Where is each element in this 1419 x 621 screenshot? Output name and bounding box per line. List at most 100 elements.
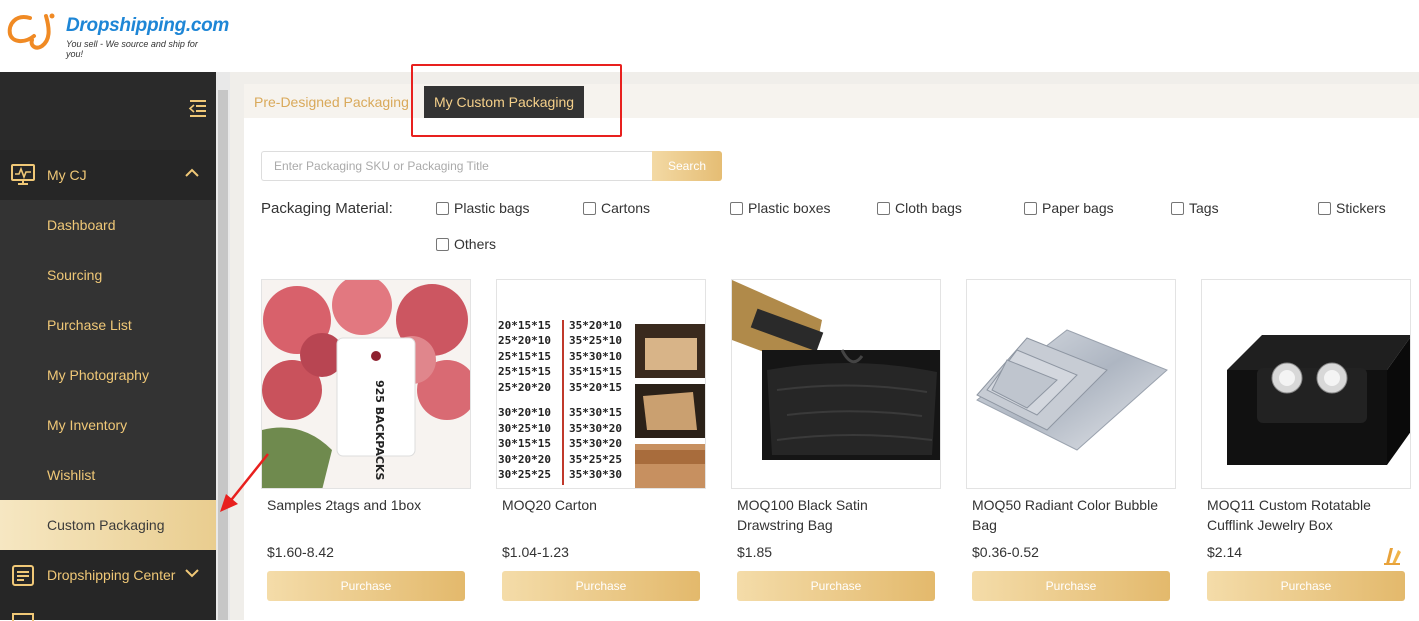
product-card: 20*15*15 25*20*10 25*15*15 25*15*15 25*20*20… — [496, 279, 706, 609]
carton-size-label: 35*15*15 — [569, 365, 622, 378]
filter-cloth-bags[interactable]: Cloth bags — [877, 200, 962, 216]
sidebar-item-label: Wishlist — [47, 467, 96, 483]
sidebar-item-purchase-list[interactable]: Purchase List — [0, 300, 216, 350]
carton-size-label: 20*15*15 — [498, 319, 551, 332]
product-title[interactable]: Samples 2tags and 1box — [267, 495, 467, 515]
search-button[interactable]: Search — [652, 151, 722, 181]
product-price: $1.60-8.42 — [267, 544, 334, 560]
product-image[interactable] — [1201, 279, 1411, 489]
packaging-material-label: Packaging Material: — [261, 200, 393, 217]
sidebar-item-dashboard[interactable]: Dashboard — [0, 200, 216, 250]
product-card: 925 BACKPACKS Samples 2tags and 1box $1.… — [261, 279, 471, 609]
product-title[interactable]: MOQ50 Radiant Color Bubble Bag — [972, 495, 1172, 535]
product-price: $1.04-1.23 — [502, 544, 569, 560]
sidebar-item-label: My Photography — [47, 367, 149, 383]
product-title[interactable]: MOQ100 Black Satin Drawstring Bag — [737, 495, 937, 535]
checkbox-icon[interactable] — [1318, 201, 1331, 215]
filter-others[interactable]: Others — [436, 236, 496, 252]
sidebar-item-my-photography[interactable]: My Photography — [0, 350, 216, 400]
purchase-button[interactable]: Purchase — [737, 571, 935, 601]
filter-label: Plastic bags — [454, 200, 530, 216]
checkbox-icon[interactable] — [436, 201, 449, 215]
clipboard-list-icon — [10, 563, 36, 587]
tab-pre-designed-packaging[interactable]: Pre-Designed Packaging — [254, 94, 409, 110]
carton-size-label: 30*20*10 — [498, 406, 551, 419]
checkbox-icon[interactable] — [1171, 201, 1184, 215]
sidebar-item-wishlist[interactable]: Wishlist — [0, 450, 216, 500]
checkbox-icon[interactable] — [436, 237, 449, 251]
carton-size-label: 25*15*15 — [498, 350, 551, 363]
sidebar-item-label: My Inventory — [47, 417, 128, 433]
carton-size-label: 35*25*25 — [569, 453, 622, 466]
top-bar: Dropshipping.com You sell - We source an… — [0, 0, 1419, 72]
filter-stickers[interactable]: Stickers — [1318, 200, 1386, 216]
product-price: $2.14 — [1207, 544, 1243, 560]
sidebar-item-custom-packaging[interactable]: Custom Packaging — [0, 500, 216, 550]
carton-size-label: 25*15*15 — [498, 365, 551, 378]
chevron-down-icon — [185, 569, 199, 578]
edit-pencil-icon[interactable] — [1380, 544, 1404, 566]
filter-cartons[interactable]: Cartons — [583, 200, 650, 216]
filter-paper-bags[interactable]: Paper bags — [1024, 200, 1114, 216]
filter-label: Cartons — [601, 200, 651, 216]
menu-collapse-icon[interactable] — [186, 96, 210, 120]
checkbox-icon[interactable] — [730, 201, 743, 215]
carton-size-label: 35*30*20 — [569, 437, 622, 450]
carton-size-label: 25*20*20 — [498, 381, 551, 394]
purchase-button[interactable]: Purchase — [502, 571, 700, 601]
product-image[interactable]: 20*15*15 25*20*10 25*15*15 25*15*15 25*20*20… — [496, 279, 706, 489]
sidebar-item-label: Sourcing — [47, 267, 103, 283]
product-price: $0.36-0.52 — [972, 544, 1039, 560]
carton-size-label: 35*25*10 — [569, 334, 622, 347]
brand-tagline: You sell - We source and ship for you! — [66, 39, 198, 59]
product-card: MOQ100 Black Satin Drawstring Bag $1.85 … — [731, 279, 941, 609]
filter-tags[interactable]: Tags — [1171, 200, 1219, 216]
sidebar-item-label: Dropshipping Center — [47, 567, 176, 583]
product-image[interactable] — [731, 279, 941, 489]
product-title[interactable]: MOQ11 Custom Rotatable Cufflink Jewelry … — [1207, 495, 1407, 535]
search-input[interactable] — [261, 151, 653, 181]
filter-label: Tags — [1189, 200, 1219, 216]
product-card: MOQ50 Radiant Color Bubble Bag $0.36-0.5… — [966, 279, 1176, 609]
cj-logo-mark — [7, 13, 55, 50]
chevron-up-icon — [185, 168, 199, 177]
sidebar-item-label: Custom Packaging — [47, 517, 165, 533]
carton-size-label: 35*20*10 — [569, 319, 622, 332]
filter-label: Plastic boxes — [748, 200, 831, 216]
checkbox-icon[interactable] — [1024, 201, 1037, 215]
purchase-button[interactable]: Purchase — [267, 571, 465, 601]
filter-label: Others — [454, 236, 497, 252]
sidebar-item-my-inventory[interactable]: My Inventory — [0, 400, 216, 450]
carton-size-label: 30*15*15 — [498, 437, 551, 450]
logo[interactable]: Dropshipping.com You sell - We source an… — [6, 10, 229, 59]
carton-size-label: 35*30*30 — [569, 468, 622, 481]
purchase-button[interactable]: Purchase — [972, 571, 1170, 601]
carton-size-label: 35*30*20 — [569, 422, 622, 435]
product-image[interactable]: 925 BACKPACKS — [261, 279, 471, 489]
sidebar-item-label: Dashboard — [47, 217, 116, 233]
carton-size-label: 35*30*10 — [569, 350, 622, 363]
monitor-chart-icon — [10, 163, 36, 187]
product-image[interactable] — [966, 279, 1176, 489]
product-title[interactable]: MOQ20 Carton — [502, 495, 702, 515]
filter-label: Stickers — [1336, 200, 1386, 216]
brand-name: Dropshipping.com — [66, 15, 230, 36]
sidebar-item-my-cj[interactable]: My CJ — [0, 150, 216, 200]
sidebar-item-next[interactable] — [0, 600, 216, 621]
checkbox-icon[interactable] — [583, 201, 596, 215]
checkbox-icon[interactable] — [877, 201, 890, 215]
scrollbar-thumb[interactable] — [218, 90, 228, 620]
carton-size-label: 30*25*10 — [498, 422, 551, 435]
purchase-button[interactable]: Purchase — [1207, 571, 1405, 601]
filter-label: Paper bags — [1042, 200, 1114, 216]
carton-size-label: 35*20*15 — [569, 381, 622, 394]
filter-plastic-bags[interactable]: Plastic bags — [436, 200, 529, 216]
carton-size-label: 30*20*20 — [498, 453, 551, 466]
carton-size-label: 35*30*15 — [569, 406, 622, 419]
filter-plastic-boxes[interactable]: Plastic boxes — [730, 200, 830, 216]
sidebar-item-sourcing[interactable]: Sourcing — [0, 250, 216, 300]
carton-size-label: 25*20*10 — [498, 334, 551, 347]
annotation-arrow-icon — [220, 453, 269, 512]
sidebar-item-label: Purchase List — [47, 317, 132, 333]
sidebar-item-dropshipping-center[interactable]: Dropshipping Center — [0, 550, 216, 600]
